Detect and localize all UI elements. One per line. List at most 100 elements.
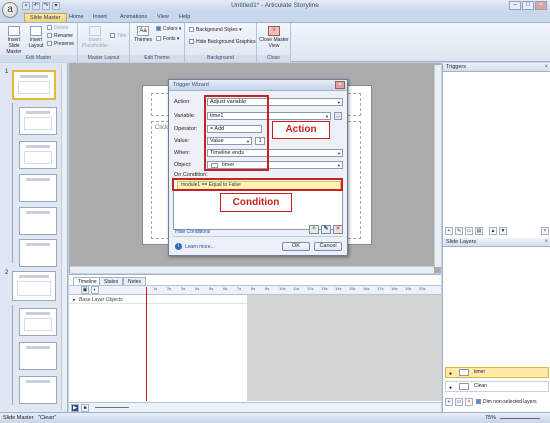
tab-help[interactable]: Help [174,13,195,22]
slide-layers-panel-header: Slide Layers × [443,238,550,247]
timeline-panel: Timeline States Notes ▣ ◐ 1s 2s 3s 4s 5s 6s 7s… [69,274,441,413]
action-label: Action: [174,99,191,105]
slide-master-panel: 1 2 [0,63,68,412]
tab-notes[interactable]: Notes [123,277,147,285]
tab-home[interactable]: Home [64,13,89,22]
delete-button[interactable]: Delete [47,25,68,32]
tab-animations[interactable]: Animations [115,13,152,22]
timeline-tick: 7s [237,286,242,291]
tab-slide-master[interactable]: Slide Master [24,13,67,22]
insert-placeholder-button[interactable]: Insert Placeholder [80,26,110,49]
timeline-tick: 5s [209,286,214,291]
ok-button[interactable]: OK [282,242,310,251]
close-group: × Close Master View Close [257,23,291,62]
layout-thumbnail[interactable] [19,239,57,267]
save-icon[interactable]: ▪ [22,2,30,10]
paste-trigger-icon[interactable]: ▤ [475,227,483,235]
layout-thumbnail[interactable] [19,308,57,336]
eye-icon[interactable]: ● [449,384,452,393]
add-condition-icon[interactable]: + [309,225,319,234]
checkbox-icon [476,399,481,404]
canvas-horizontal-scrollbar[interactable] [70,266,434,273]
layer-row-clean[interactable]: ● Clean [445,381,549,392]
close-master-view-button[interactable]: × Close Master View [259,26,289,49]
new-layer-icon[interactable]: + [445,398,453,406]
delete-condition-icon[interactable]: × [333,225,343,234]
playhead[interactable] [146,287,147,401]
layout-thumbnail[interactable] [19,342,57,370]
layout-thumbnail[interactable] [19,107,57,135]
zoom-slider[interactable] [500,418,540,419]
edit-condition-icon[interactable]: ✎ [321,225,331,234]
delete-trigger-icon[interactable]: × [541,227,549,235]
when-label: When: [174,150,190,156]
move-up-icon[interactable]: ▲ [489,227,497,235]
checkbox-icon [110,33,115,38]
condition-highlight-box [172,178,343,191]
layout-thumbnail[interactable] [19,141,57,169]
timeline-ruler[interactable]: 1s 2s 3s 4s 5s 6s 7s 8s 9s 10s 11s 12s 13s 14s 15s 16s 1… [145,285,441,295]
play-icon[interactable]: ▶ [71,404,79,412]
rename-button[interactable]: Rename [47,33,73,40]
chevron-down-icon: ▼ [337,163,341,168]
chevron-down-icon: ▼ [325,114,329,119]
layout-thumbnail[interactable] [19,376,57,404]
dim-layers-checkbox[interactable]: Dim non-selected layers [476,399,537,405]
insert-slide-master-button[interactable]: Insert Slide Master [2,26,26,55]
move-down-icon[interactable]: ▼ [499,227,507,235]
delete-icon [47,25,52,30]
timeline-end-area [247,295,441,401]
close-window-button[interactable]: × [535,1,547,10]
themes-button[interactable]: Aa Themes [132,26,154,43]
background-styles-button[interactable]: Background Styles ▾ [189,27,242,34]
redo-icon[interactable]: ↷ [42,2,50,10]
lock-icon[interactable]: ▣ [81,286,89,294]
copy-trigger-icon[interactable]: ▭ [465,227,473,235]
tab-view[interactable]: View [152,13,174,22]
hide-background-graphics-checkbox[interactable]: Hide Background Graphics [189,39,256,46]
insert-layout-button[interactable]: Insert Layout [26,26,46,49]
browse-variable-button[interactable]: … [334,112,342,120]
close-icon[interactable]: × [544,238,548,247]
close-icon[interactable]: × [335,81,345,89]
layout-thumbnail[interactable] [19,207,57,235]
cancel-button[interactable]: Cancel [314,242,342,251]
close-icon[interactable]: × [544,63,548,72]
colors-button[interactable]: Colors ▾ [156,26,181,33]
dialog-title: Trigger Wizard [173,82,209,88]
minimize-button[interactable]: – [509,1,521,10]
stop-icon[interactable]: ■ [81,404,89,412]
delete-layer-icon[interactable]: × [465,398,473,406]
status-bar: Slide Master "Clean" 75% [0,412,550,423]
tab-states[interactable]: States [99,277,124,285]
fonts-button[interactable]: Fonts ▾ [156,36,179,43]
visibility-icon[interactable]: ◐ [91,286,99,294]
zoom-slider[interactable] [95,407,129,408]
timeline-tick: 12s [307,286,314,291]
edit-trigger-icon[interactable]: ✎ [455,227,463,235]
undo-icon[interactable]: ↶ [32,2,40,10]
preserve-button[interactable]: Preserve [47,41,74,48]
app-menu-button[interactable]: a [2,2,18,18]
tab-insert[interactable]: Insert [88,13,112,22]
maximize-button[interactable]: □ [522,1,534,10]
timeline-tick: 2s [167,286,172,291]
layer-thumbnail [459,369,469,376]
eye-icon[interactable]: ● [449,370,452,379]
expand-icon[interactable]: ▸ [73,296,76,304]
layer-name: Clean [474,383,488,389]
duplicate-layer-icon[interactable]: ▭ [455,398,463,406]
hide-conditions-link[interactable]: Hide Conditions [175,229,210,235]
layer-row-timer[interactable]: ● timer [445,367,549,378]
tab-timeline[interactable]: Timeline [73,277,102,285]
canvas-vertical-scrollbar[interactable] [434,65,441,267]
slide-panel-scrollbar[interactable] [61,65,67,410]
dropdown-icon[interactable]: ▾ [52,2,60,10]
title-checkbox[interactable]: Title [110,33,126,40]
slide-master-thumbnail[interactable] [12,70,56,100]
timeline-row-label: Base Layer Objects [79,297,123,303]
slide-master-thumbnail[interactable] [12,271,56,301]
learn-more-link[interactable]: Learn more... [185,244,215,250]
new-trigger-icon[interactable]: + [445,227,453,235]
layout-thumbnail[interactable] [19,174,57,202]
